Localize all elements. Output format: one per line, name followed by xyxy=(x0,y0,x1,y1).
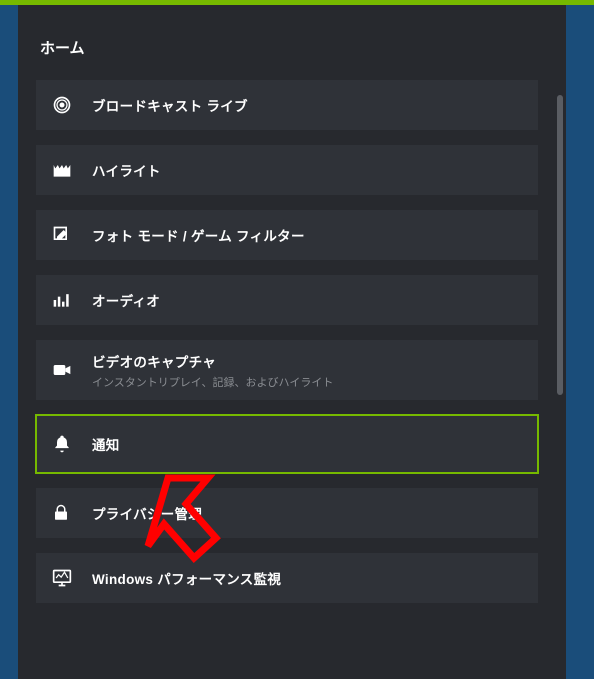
item-label: フォト モード / ゲーム フィルター xyxy=(92,225,305,245)
item-audio[interactable]: オーディオ xyxy=(36,275,538,325)
item-label: ブロードキャスト ライブ xyxy=(92,95,248,115)
item-label: ハイライト xyxy=(92,160,161,180)
item-photomode[interactable]: フォト モード / ゲーム フィルター xyxy=(36,210,538,260)
item-label: オーディオ xyxy=(92,290,160,310)
scrollbar[interactable] xyxy=(557,95,563,669)
item-highlight[interactable]: ハイライト xyxy=(36,145,538,195)
item-perfmon[interactable]: Windows パフォーマンス監視 xyxy=(36,553,538,603)
clapper-icon xyxy=(52,160,78,180)
equalizer-icon xyxy=(52,290,78,310)
item-label: プライバシー管理 xyxy=(92,503,202,523)
monitor-icon xyxy=(52,568,78,588)
item-label: ビデオのキャプチャ xyxy=(92,351,333,371)
lock-icon xyxy=(52,503,78,523)
item-sublabel: インスタントリプレイ、記録、およびハイライト xyxy=(92,374,333,390)
broadcast-icon xyxy=(52,95,78,115)
item-privacy[interactable]: プライバシー管理 xyxy=(36,488,538,538)
bell-icon xyxy=(52,434,78,454)
edit-icon xyxy=(52,225,78,245)
item-notify[interactable]: 通知 xyxy=(36,415,538,473)
item-broadcast[interactable]: ブロードキャスト ライブ xyxy=(36,80,538,130)
camera-icon xyxy=(52,360,78,380)
item-label: 通知 xyxy=(92,434,120,454)
settings-list: ブロードキャスト ライブ ハイライト フォト モード / ゲーム フィルター オ… xyxy=(36,80,548,603)
item-capture[interactable]: ビデオのキャプチャ インスタントリプレイ、記録、およびハイライト xyxy=(36,340,538,400)
scrollbar-thumb[interactable] xyxy=(557,95,563,395)
settings-panel: ホーム ブロードキャスト ライブ ハイライト フォト モード / ゲーム フィル… xyxy=(18,5,566,679)
item-label: Windows パフォーマンス監視 xyxy=(92,568,281,588)
page-title: ホーム xyxy=(40,37,548,58)
